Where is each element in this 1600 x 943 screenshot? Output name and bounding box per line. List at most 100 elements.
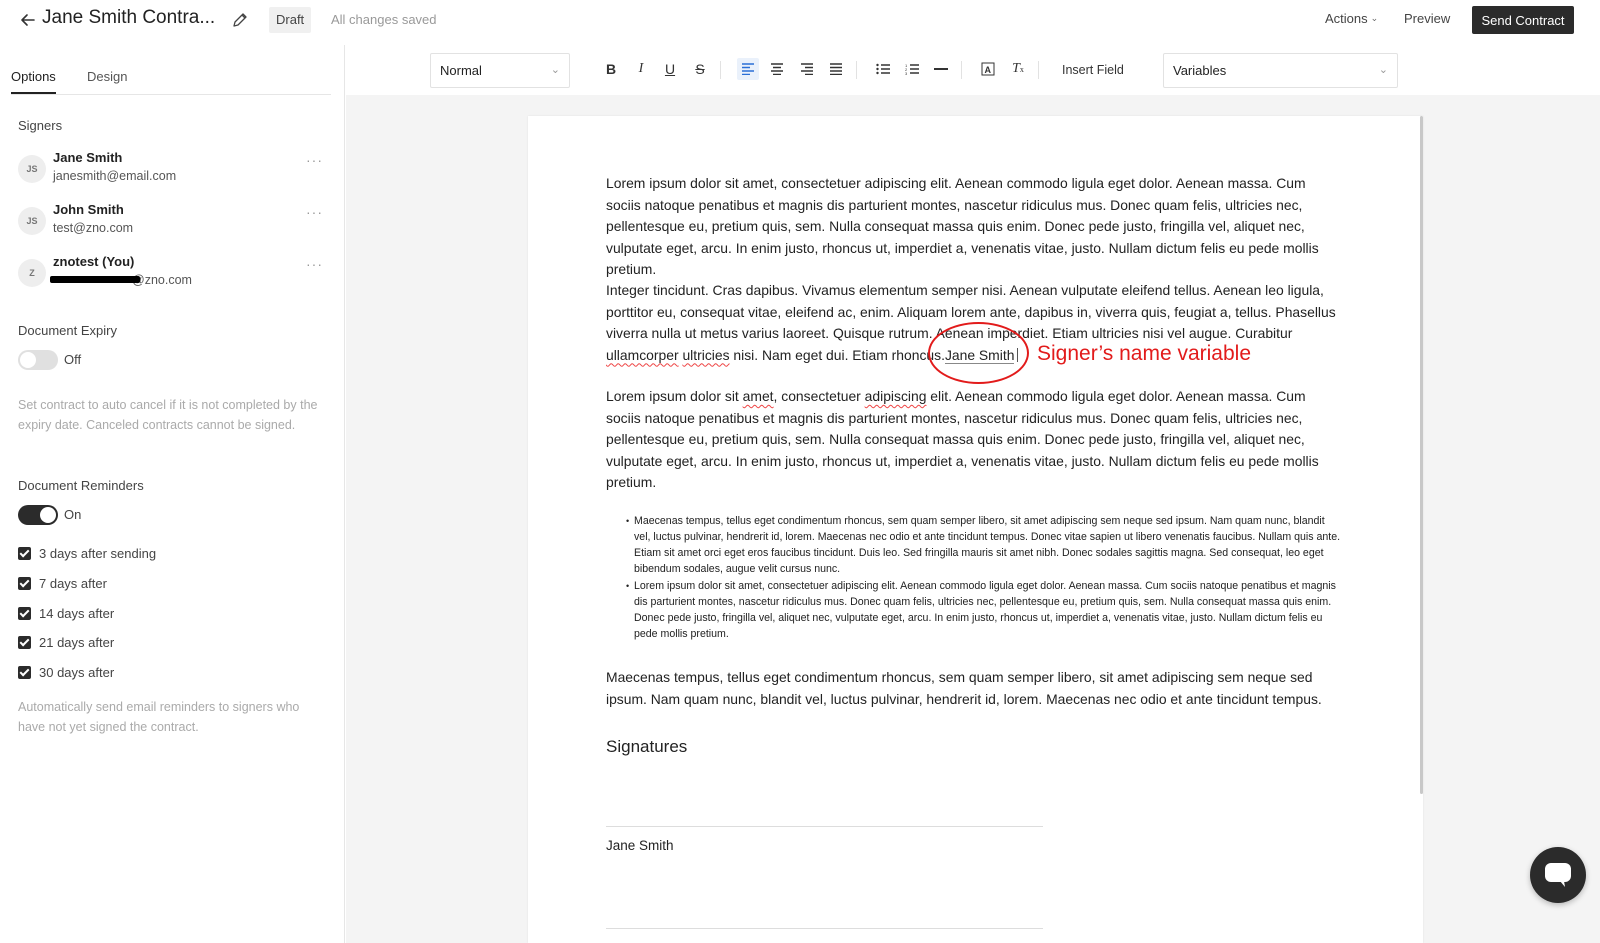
signer-name: znotest (You) <box>53 254 135 269</box>
italic-icon[interactable]: I <box>630 58 652 80</box>
reminder-option-label: 21 days after <box>39 634 115 650</box>
bullet-list-icon[interactable] <box>872 58 894 80</box>
svg-text:3: 3 <box>905 71 908 75</box>
toolbar-divider <box>856 61 857 79</box>
signers-heading: Signers <box>18 118 63 133</box>
reminder-option-label: 3 days after sending <box>39 545 157 561</box>
signer-email: test@zno.com <box>53 221 134 235</box>
spellcheck-word: amet <box>742 388 774 404</box>
paragraph-text: Lorem ipsum dolor sit <box>606 388 743 404</box>
options-sidebar: Options Design Signers JS Jane Smith jan… <box>0 45 345 943</box>
variables-value: Variables <box>1173 63 1227 78</box>
pencil-icon[interactable] <box>231 11 249 29</box>
tab-design[interactable]: Design <box>87 69 127 92</box>
align-left-icon[interactable] <box>737 58 759 80</box>
reminders-toggle-label: On <box>64 507 82 522</box>
reminder-option[interactable]: 3 days after sending <box>18 545 156 561</box>
align-justify-icon[interactable] <box>825 58 847 80</box>
numbered-list-icon[interactable]: 123 <box>901 58 923 80</box>
reminder-option-label: 7 days after <box>39 575 107 591</box>
reminder-option[interactable]: 7 days after <box>18 575 107 591</box>
reminder-option[interactable]: 21 days after <box>18 634 114 650</box>
document-title: Jane Smith Contra... <box>42 7 216 28</box>
more-options-icon[interactable]: ··· <box>306 204 323 220</box>
text-style-value: Normal <box>440 63 482 78</box>
signature-line <box>606 826 1043 827</box>
checkbox-checked[interactable] <box>18 546 31 560</box>
chevron-down-icon: ⌄ <box>1378 64 1388 76</box>
reminder-option-label: 30 days after <box>39 664 115 680</box>
signature-name: Jane Smith <box>606 838 674 853</box>
avatar: JS <box>18 155 46 183</box>
underline-icon[interactable]: U <box>659 58 681 80</box>
annotation-circle <box>928 322 1029 384</box>
signer-name: Jane Smith <box>53 150 123 165</box>
text-style-select[interactable]: Normal ⌄ <box>430 53 570 88</box>
document-scrollbar[interactable] <box>1420 116 1423 794</box>
checkbox-checked[interactable] <box>18 665 31 679</box>
reminder-option-label: 14 days after <box>39 605 115 621</box>
text-color-icon[interactable]: A <box>977 58 999 80</box>
chevron-down-icon: ⌄ <box>1370 13 1379 23</box>
paragraph-text: nisi. Nam eget dui. Etiam rhoncus. <box>729 346 945 363</box>
svg-text:A: A <box>985 65 992 75</box>
align-right-icon[interactable] <box>796 58 818 80</box>
signer-name: John Smith <box>53 202 124 217</box>
signer-item: JS Jane Smith janesmith@email.com ··· <box>18 150 330 190</box>
list-item: Maecenas tempus, tellus eget condimentum… <box>626 513 1344 577</box>
signature-line <box>606 928 1043 929</box>
preview-button[interactable]: Preview <box>1404 11 1450 26</box>
document-paragraph: Maecenas tempus, tellus eget condimentum… <box>606 669 1322 707</box>
reminders-toggle[interactable] <box>18 505 58 525</box>
avatar: Z <box>18 259 46 287</box>
reminders-help-text: Automatically send email reminders to si… <box>18 700 300 734</box>
checkbox-checked[interactable] <box>18 606 31 620</box>
checkbox-checked[interactable] <box>18 576 31 590</box>
variables-select[interactable]: Variables ⌄ <box>1163 53 1398 88</box>
toolbar-divider <box>720 61 721 79</box>
document-expiry-heading: Document Expiry <box>18 323 117 338</box>
toggle-knob <box>40 507 56 523</box>
document-page[interactable]: Lorem ipsum dolor sit amet, consectetuer… <box>528 116 1423 943</box>
redacted-email-mark <box>50 276 140 283</box>
checkbox-checked[interactable] <box>18 635 31 649</box>
draft-status-badge: Draft <box>269 7 312 33</box>
reminder-option[interactable]: 30 days after <box>18 664 114 680</box>
editor-canvas: Normal ⌄ B I U S 123 A T x Insert Field … <box>346 45 1600 943</box>
annotation-label: Signer’s name variable <box>1037 342 1252 365</box>
reminder-option[interactable]: 14 days after <box>18 605 114 621</box>
spellcheck-word: ultricies <box>682 346 730 363</box>
tab-options[interactable]: Options <box>11 69 56 94</box>
expiry-help-text: Set contract to auto cancel if it is not… <box>18 398 318 432</box>
send-contract-button[interactable]: Send Contract <box>1472 6 1574 34</box>
more-options-icon[interactable]: ··· <box>306 256 323 272</box>
spellcheck-word: adipiscing <box>864 388 927 404</box>
strikethrough-icon[interactable]: S <box>689 58 711 80</box>
bold-icon[interactable]: B <box>600 58 622 80</box>
signer-item: JS John Smith test@zno.com ··· <box>18 202 330 242</box>
actions-label: Actions <box>1325 11 1368 26</box>
paragraph-text: , consectetuer <box>773 388 865 404</box>
horizontal-rule-icon[interactable] <box>930 58 952 80</box>
signer-email: janesmith@email.com <box>53 169 177 183</box>
expiry-toggle[interactable] <box>18 350 58 370</box>
insert-field-button[interactable]: Insert Field <box>1062 63 1124 77</box>
signer-item: Z znotest (You) @zno.com ··· <box>18 254 330 294</box>
back-arrow-icon[interactable] <box>18 10 38 30</box>
actions-dropdown[interactable]: Actions ⌄ <box>1325 11 1378 26</box>
align-center-icon[interactable] <box>766 58 788 80</box>
chat-bubble-icon[interactable] <box>1530 847 1586 903</box>
save-status-text: All changes saved <box>331 12 437 27</box>
signatures-heading: Signatures <box>606 737 688 756</box>
top-bar: Jane Smith Contra... Draft All changes s… <box>0 0 1600 40</box>
more-options-icon[interactable]: ··· <box>306 152 323 168</box>
document-reminders-heading: Document Reminders <box>18 478 144 493</box>
avatar: JS <box>18 207 46 235</box>
list-item: Lorem ipsum dolor sit amet, consectetuer… <box>626 578 1344 642</box>
clear-formatting-icon[interactable]: Tx <box>1007 58 1029 80</box>
toolbar-divider <box>961 61 962 79</box>
document-paragraph: Lorem ipsum dolor sit amet, consectetuer… <box>606 175 1319 277</box>
expiry-toggle-label: Off <box>64 352 82 367</box>
document-paragraph: Lorem ipsum dolor sit amet, consectetuer… <box>606 386 1341 494</box>
sidebar-tabs: Options Design <box>11 69 331 95</box>
